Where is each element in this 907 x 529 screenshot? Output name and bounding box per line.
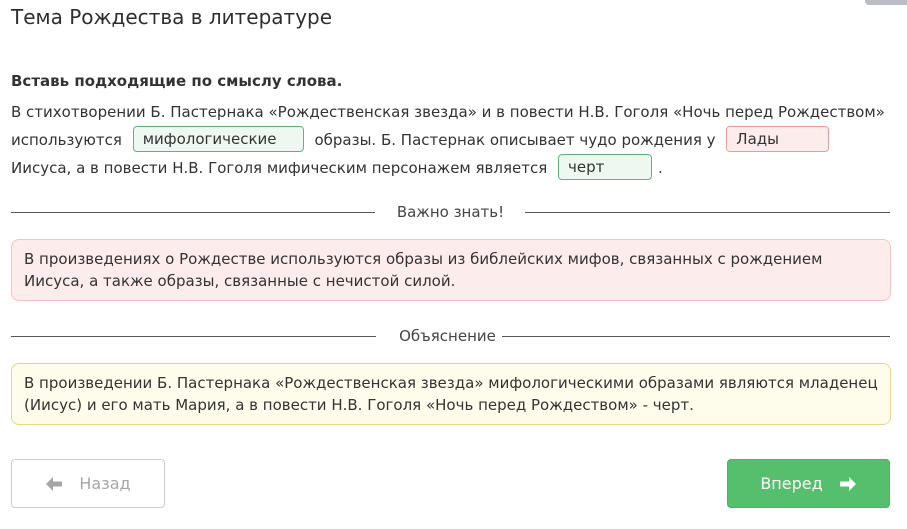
blank-2-field[interactable]: Лады: [726, 125, 830, 152]
important-box: В произведениях о Рождестве используются…: [11, 239, 891, 301]
arrow-left-icon: [45, 476, 63, 492]
explanation-box: В произведении Б. Пастернака «Рождествен…: [11, 363, 891, 425]
important-divider: Важно знать!: [11, 202, 890, 222]
back-button-label: Назад: [79, 474, 131, 493]
exercise-text-part3: Иисуса, а в повести Н.В. Гоголя мифическ…: [11, 159, 548, 177]
blank-1-field[interactable]: мифологические: [132, 125, 304, 152]
back-button[interactable]: Назад: [11, 459, 165, 508]
arrow-right-icon: [839, 476, 857, 492]
next-button-label: Вперед: [760, 474, 823, 493]
exercise-text: В стихотворении Б. Пастернака «Рождестве…: [11, 98, 896, 182]
corner-tab: [865, 0, 907, 5]
divider-line-right: [525, 212, 890, 213]
blank-3-field[interactable]: черт: [558, 153, 652, 180]
exercise-text-part4: .: [658, 159, 663, 177]
exercise-text-part2: образы. Б. Пастернак описывает чудо рожд…: [314, 131, 716, 149]
task-instruction: Вставь подходящие по смыслу слова.: [11, 72, 343, 90]
next-button[interactable]: Вперед: [727, 459, 890, 508]
page-title: Тема Рождества в литературе: [11, 5, 333, 29]
explanation-divider: Объяснение: [11, 326, 890, 346]
divider-line-right: [502, 336, 890, 337]
